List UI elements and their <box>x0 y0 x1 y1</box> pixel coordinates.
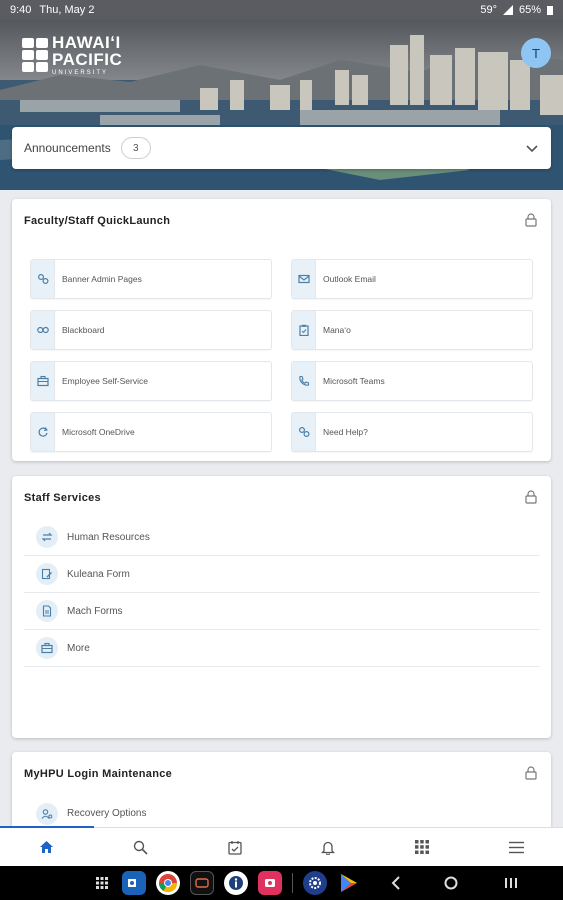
status-time: 9:40 <box>10 4 32 16</box>
ql-label: Microsoft OneDrive <box>62 427 135 437</box>
svc-more[interactable]: More <box>24 630 540 667</box>
info-app-icon[interactable] <box>224 871 248 895</box>
ql-manao[interactable]: Manaʻo <box>291 310 533 350</box>
ql-label: Microsoft Teams <box>323 376 385 386</box>
document-icon <box>42 605 52 617</box>
ql-label: Banner Admin Pages <box>62 274 142 284</box>
svc-label: Mach Forms <box>67 605 123 617</box>
svc-label: Human Resources <box>67 531 150 543</box>
battery-icon <box>547 6 553 15</box>
logo-line2: PACIFIC <box>52 50 123 69</box>
exchange-icon <box>41 532 53 542</box>
tab-home[interactable] <box>0 828 94 866</box>
ql-employee-self-service[interactable]: Employee Self-Service <box>30 361 272 401</box>
search-icon <box>134 840 148 855</box>
home-button[interactable] <box>431 866 471 900</box>
phone-icon <box>298 375 309 386</box>
gears-icon <box>298 426 310 438</box>
outlook-app-icon[interactable] <box>122 871 146 895</box>
gears-icon <box>37 273 49 285</box>
app-drawer-button[interactable] <box>92 866 112 900</box>
briefcase-icon <box>36 375 49 387</box>
chrome-app-icon[interactable] <box>156 871 180 895</box>
ql-microsoft-onedrive[interactable]: Microsoft OneDrive <box>30 412 272 452</box>
user-gear-icon <box>41 808 53 819</box>
tab-menu[interactable] <box>469 828 563 866</box>
battery-text: 65% <box>518 4 541 16</box>
svc-label: Kuleana Form <box>67 568 130 580</box>
ql-banner-admin-pages[interactable]: Banner Admin Pages <box>30 259 272 299</box>
logo-line1: HAWAIʻI <box>52 33 121 52</box>
announcements-count-badge: 3 <box>120 137 151 159</box>
signal-icon <box>502 5 513 15</box>
calendar-check-icon <box>227 840 242 855</box>
announcements-label: Announcements <box>24 141 111 155</box>
announcements-bar[interactable]: Announcements 3 <box>12 127 551 169</box>
svc-label: Recovery Options <box>67 808 147 819</box>
ql-label: Need Help? <box>323 427 368 437</box>
mail-icon <box>297 274 310 284</box>
svc-mach-forms[interactable]: Mach Forms <box>24 593 540 630</box>
grid-icon <box>415 840 430 854</box>
ql-label: Outlook Email <box>323 274 376 284</box>
home-circle-icon <box>444 876 458 890</box>
bell-icon <box>321 841 336 855</box>
play-store-app-icon[interactable] <box>337 871 361 895</box>
bottom-nav <box>0 826 563 866</box>
ql-label: Employee Self-Service <box>62 376 148 386</box>
back-button[interactable] <box>371 866 421 900</box>
chevron-down-icon[interactable] <box>525 141 539 155</box>
settings-app-icon[interactable] <box>303 871 327 895</box>
quicklaunch-title: Faculty/Staff QuickLaunch <box>24 215 171 227</box>
screen-recorder-app-icon[interactable] <box>258 871 282 895</box>
temp-text: 59° <box>480 4 497 16</box>
tab-notifications[interactable] <box>281 828 375 866</box>
recents-button[interactable] <box>481 866 541 900</box>
ql-label: Blackboard <box>62 325 105 335</box>
ql-label: Manaʻo <box>323 325 351 335</box>
ql-need-help[interactable]: Need Help? <box>291 412 533 452</box>
link-icon <box>36 326 49 334</box>
home-icon <box>40 841 54 853</box>
svc-kuleana-form[interactable]: Kuleana Form <box>24 556 540 593</box>
hpu-logo[interactable]: HAWAIʻI PACIFIC UNIVERSITY <box>22 34 122 76</box>
quicklaunch-card: Faculty/Staff QuickLaunch Banner Admin P… <box>12 199 551 461</box>
hamburger-menu-icon <box>508 841 524 853</box>
tab-calendar[interactable] <box>188 828 282 866</box>
edit-document-icon <box>41 568 52 580</box>
ql-blackboard[interactable]: Blackboard <box>30 310 272 350</box>
login-maintenance-title: MyHPU Login Maintenance <box>24 768 173 780</box>
tab-apps[interactable] <box>375 828 469 866</box>
staff-services-title: Staff Services <box>24 492 101 504</box>
svc-human-resources[interactable]: Human Resources <box>24 519 540 556</box>
briefcase-icon <box>41 642 53 654</box>
lock-icon[interactable] <box>525 490 537 504</box>
status-date: Thu, May 2 <box>39 4 95 16</box>
refresh-icon <box>38 427 48 437</box>
taskbar-divider <box>292 873 293 893</box>
recents-icon <box>505 878 517 888</box>
svc-label: More <box>67 642 90 654</box>
clipboard-icon <box>298 324 309 336</box>
back-chevron-icon <box>391 876 400 890</box>
system-taskbar <box>0 866 563 900</box>
tab-search[interactable] <box>94 828 188 866</box>
app-drawer-icon <box>96 877 108 889</box>
lock-icon[interactable] <box>525 213 537 227</box>
samsung-dex-app-icon[interactable] <box>190 871 214 895</box>
lock-icon[interactable] <box>525 766 537 780</box>
hpu-logo-mark <box>22 38 48 72</box>
ql-outlook-email[interactable]: Outlook Email <box>291 259 533 299</box>
status-bar: 9:40 Thu, May 2 59° 65% <box>0 0 563 20</box>
staff-services-card: Staff Services Human Resources Kuleana F… <box>12 476 551 738</box>
user-avatar[interactable]: T <box>521 38 551 68</box>
logo-line3: UNIVERSITY <box>52 70 109 76</box>
ql-microsoft-teams[interactable]: Microsoft Teams <box>291 361 533 401</box>
